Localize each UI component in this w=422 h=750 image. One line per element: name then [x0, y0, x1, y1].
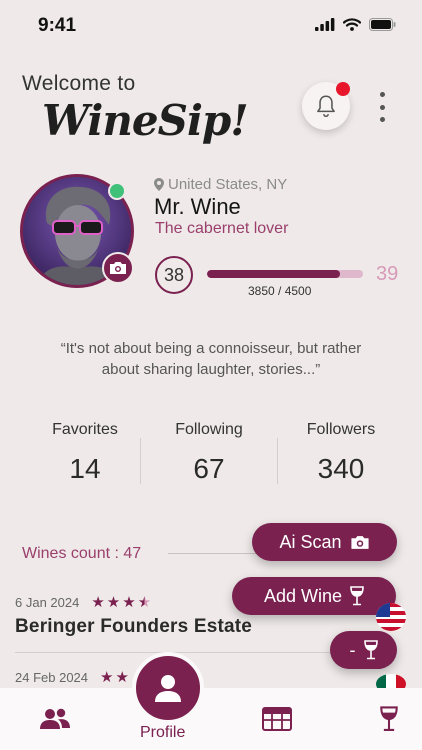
brand-logo: WineSip! — [42, 96, 249, 145]
remove-wine-label: - — [349, 639, 356, 660]
nav-profile-button[interactable] — [132, 652, 204, 724]
us-flag-icon[interactable] — [376, 603, 406, 631]
battery-icon — [369, 18, 396, 31]
wine-glass-icon — [380, 706, 398, 731]
user-tagline: The cabernet lover — [155, 220, 289, 237]
change-photo-button[interactable] — [102, 252, 134, 284]
more-options-button[interactable] — [374, 92, 390, 122]
stat-label: Followers — [306, 421, 376, 438]
online-status-indicator — [108, 182, 126, 200]
stat-followers[interactable]: Followers 340 — [276, 421, 406, 485]
stat-value: 67 — [193, 453, 225, 484]
location-text: United States, NY — [168, 176, 288, 193]
camera-icon — [350, 535, 369, 549]
add-wine-button[interactable]: Add Wine — [232, 577, 396, 615]
wine-date: 6 Jan 2024 — [15, 594, 80, 610]
star-icon: ★ — [91, 594, 105, 611]
signal-icon — [315, 18, 335, 31]
wine-rating: ★ ★ ★ ★ — [91, 593, 151, 611]
profile-quote: “It's not about being a connoisseur, but… — [60, 340, 362, 378]
wine-glass-icon — [363, 640, 378, 660]
nav-friends-button[interactable] — [38, 704, 72, 734]
friends-icon — [40, 708, 70, 729]
stat-following[interactable]: Following 67 — [144, 421, 274, 485]
remove-wine-button[interactable]: - — [330, 631, 397, 669]
star-icon: ★ — [100, 669, 114, 686]
location: United States, NY — [154, 176, 287, 193]
stat-label: Favorites — [52, 421, 118, 438]
star-icon: ★ — [115, 669, 129, 686]
wine-meta-row: 24 Feb 2024 ★ ★ — [15, 668, 129, 686]
nav-profile-label[interactable]: Profile — [140, 724, 185, 742]
wine-rating: ★ ★ — [100, 668, 129, 686]
stat-value: 340 — [317, 453, 365, 484]
status-time: 9:41 — [38, 15, 77, 36]
wine-meta-row: 6 Jan 2024 ★ ★ ★ ★ — [15, 593, 151, 611]
profile-icon — [155, 675, 181, 702]
wines-count: Wines count : 47 — [22, 545, 142, 562]
add-wine-label: Add Wine — [263, 585, 343, 606]
stat-favorites[interactable]: Favorites 14 — [20, 421, 150, 485]
camera-icon — [110, 262, 126, 274]
stat-label: Following — [175, 421, 243, 438]
user-name: Mr. Wine — [154, 194, 241, 219]
ai-scan-label: Ai Scan — [279, 531, 342, 552]
current-level-badge: 38 — [155, 256, 193, 294]
star-icon: ★ — [122, 594, 136, 611]
wine-date: 24 Feb 2024 — [15, 669, 89, 685]
notifications-button[interactable] — [302, 82, 350, 130]
xp-text: 3850 / 4500 — [248, 284, 312, 298]
nav-wine-button[interactable] — [372, 704, 406, 734]
bell-icon — [317, 95, 335, 118]
notification-badge — [336, 82, 350, 96]
more-vertical-icon — [379, 92, 385, 97]
next-level-label: 39 — [376, 263, 399, 285]
xp-progress-fill — [207, 270, 341, 278]
star-half-icon: ★ — [137, 594, 152, 611]
ai-scan-button[interactable]: Ai Scan — [252, 523, 397, 561]
status-icons — [315, 18, 396, 31]
nav-wine-list-button[interactable] — [260, 704, 294, 734]
wine-list-icon — [262, 707, 292, 731]
wifi-icon — [343, 18, 361, 31]
location-pin-icon — [154, 178, 164, 191]
wine-glass-icon — [350, 586, 364, 606]
welcome-text: Welcome to — [22, 72, 136, 95]
stat-value: 14 — [69, 453, 101, 484]
wine-name[interactable]: Beringer Founders Estate — [15, 616, 252, 638]
xp-progress-bar — [207, 270, 363, 278]
star-icon: ★ — [106, 594, 121, 611]
stat-divider — [140, 438, 141, 484]
